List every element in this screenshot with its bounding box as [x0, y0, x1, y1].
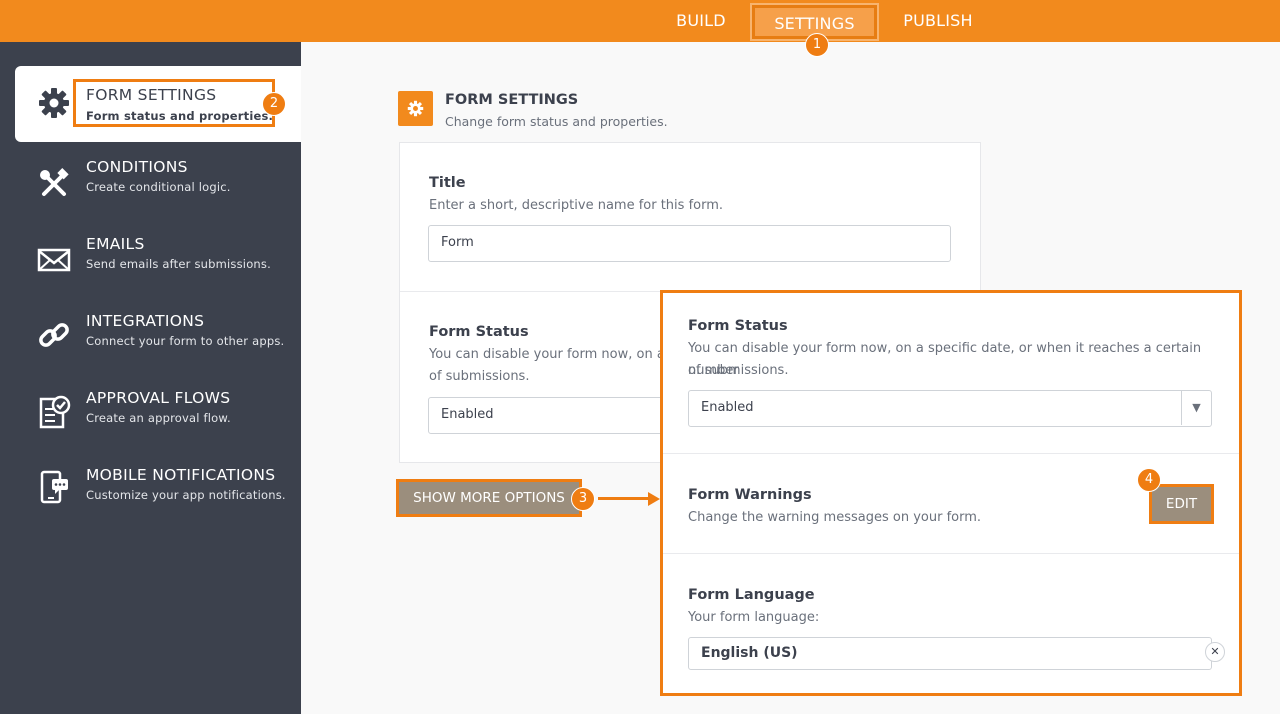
sidebar-item-label: MOBILE NOTIFICATIONS [86, 466, 276, 484]
sidebar-item-desc: Customize your app notifications. [86, 488, 286, 502]
arrow-line [598, 497, 650, 500]
form-status-value: Enabled [701, 400, 754, 415]
form-language-hint: Your form language: [688, 610, 820, 625]
chevron-down-icon[interactable]: ▼ [1181, 391, 1211, 425]
step-marker-2: 2 [262, 92, 286, 116]
link-icon [39, 323, 69, 347]
tab-publish[interactable]: PUBLISH [900, 0, 976, 42]
page-title: FORM SETTINGS [445, 92, 579, 108]
status-label: Form Status [429, 324, 529, 340]
arrow-head [648, 492, 660, 506]
sidebar-item-conditions[interactable]: CONDITIONS Create conditional logic. [15, 152, 301, 228]
step-marker-4: 4 [1137, 468, 1161, 492]
mobile-icon [40, 470, 68, 504]
status-hint-2: of submissions. [429, 369, 530, 384]
sidebar-item-label: EMAILS [86, 235, 145, 253]
page-subtitle: Change form status and properties. [445, 114, 668, 129]
title-label: Title [429, 175, 466, 191]
divider [663, 453, 1239, 454]
step-marker-1: 1 [805, 33, 829, 57]
sidebar-item-emails[interactable]: EMAILS Send emails after submissions. [15, 229, 301, 305]
sidebar-item-approval-flows[interactable]: APPROVAL FLOWS Create an approval flow. [15, 383, 301, 459]
sidebar-item-desc: Send emails after submissions. [86, 257, 271, 271]
status-hint: You can disable your form now, on a sp [429, 347, 684, 362]
sidebar-item-desc: Create conditional logic. [86, 180, 231, 194]
title-hint: Enter a short, descriptive name for this… [429, 198, 724, 213]
expanded-options-panel: Form Status You can disable your form no… [660, 290, 1242, 696]
sidebar-item-mobile-notifications[interactable]: MOBILE NOTIFICATIONS Customize your app … [15, 460, 301, 536]
approval-icon [39, 395, 71, 429]
title-input[interactable]: Form [428, 225, 951, 262]
form-status-select[interactable]: Enabled ▼ [688, 390, 1212, 427]
sidebar-item-integrations[interactable]: INTEGRATIONS Connect your form to other … [15, 306, 301, 382]
top-nav: BUILD SETTINGS PUBLISH [0, 0, 1280, 42]
sidebar-item-desc: Create an approval flow. [86, 411, 231, 425]
sidebar-item-desc: Connect your form to other apps. [86, 334, 285, 348]
step-marker-3: 3 [571, 487, 595, 511]
form-language-select[interactable]: English (US) [688, 637, 1212, 670]
sidebar-item-label: INTEGRATIONS [86, 312, 205, 330]
divider [663, 553, 1239, 554]
sidebar-item-label: CONDITIONS [86, 158, 188, 176]
form-warnings-label: Form Warnings [688, 487, 812, 503]
highlight-box [73, 79, 275, 127]
form-warnings-hint: Change the warning messages on your form… [688, 510, 982, 525]
tools-icon [40, 168, 69, 196]
sidebar-item-label: APPROVAL FLOWS [86, 389, 231, 407]
envelope-icon [37, 248, 71, 272]
gear-icon [39, 88, 69, 118]
tab-build[interactable]: BUILD [672, 0, 730, 42]
status-select[interactable]: Enabled [428, 397, 668, 434]
form-status-label: Form Status [688, 318, 788, 334]
form-status-hint-2: of submissions. [688, 363, 789, 378]
close-icon[interactable]: ✕ [1205, 642, 1225, 662]
edit-warnings-button[interactable]: EDIT [1149, 484, 1214, 524]
show-more-options-button[interactable]: SHOW MORE OPTIONS [396, 479, 582, 517]
form-language-label: Form Language [688, 587, 815, 603]
section-gear-icon [398, 91, 433, 126]
